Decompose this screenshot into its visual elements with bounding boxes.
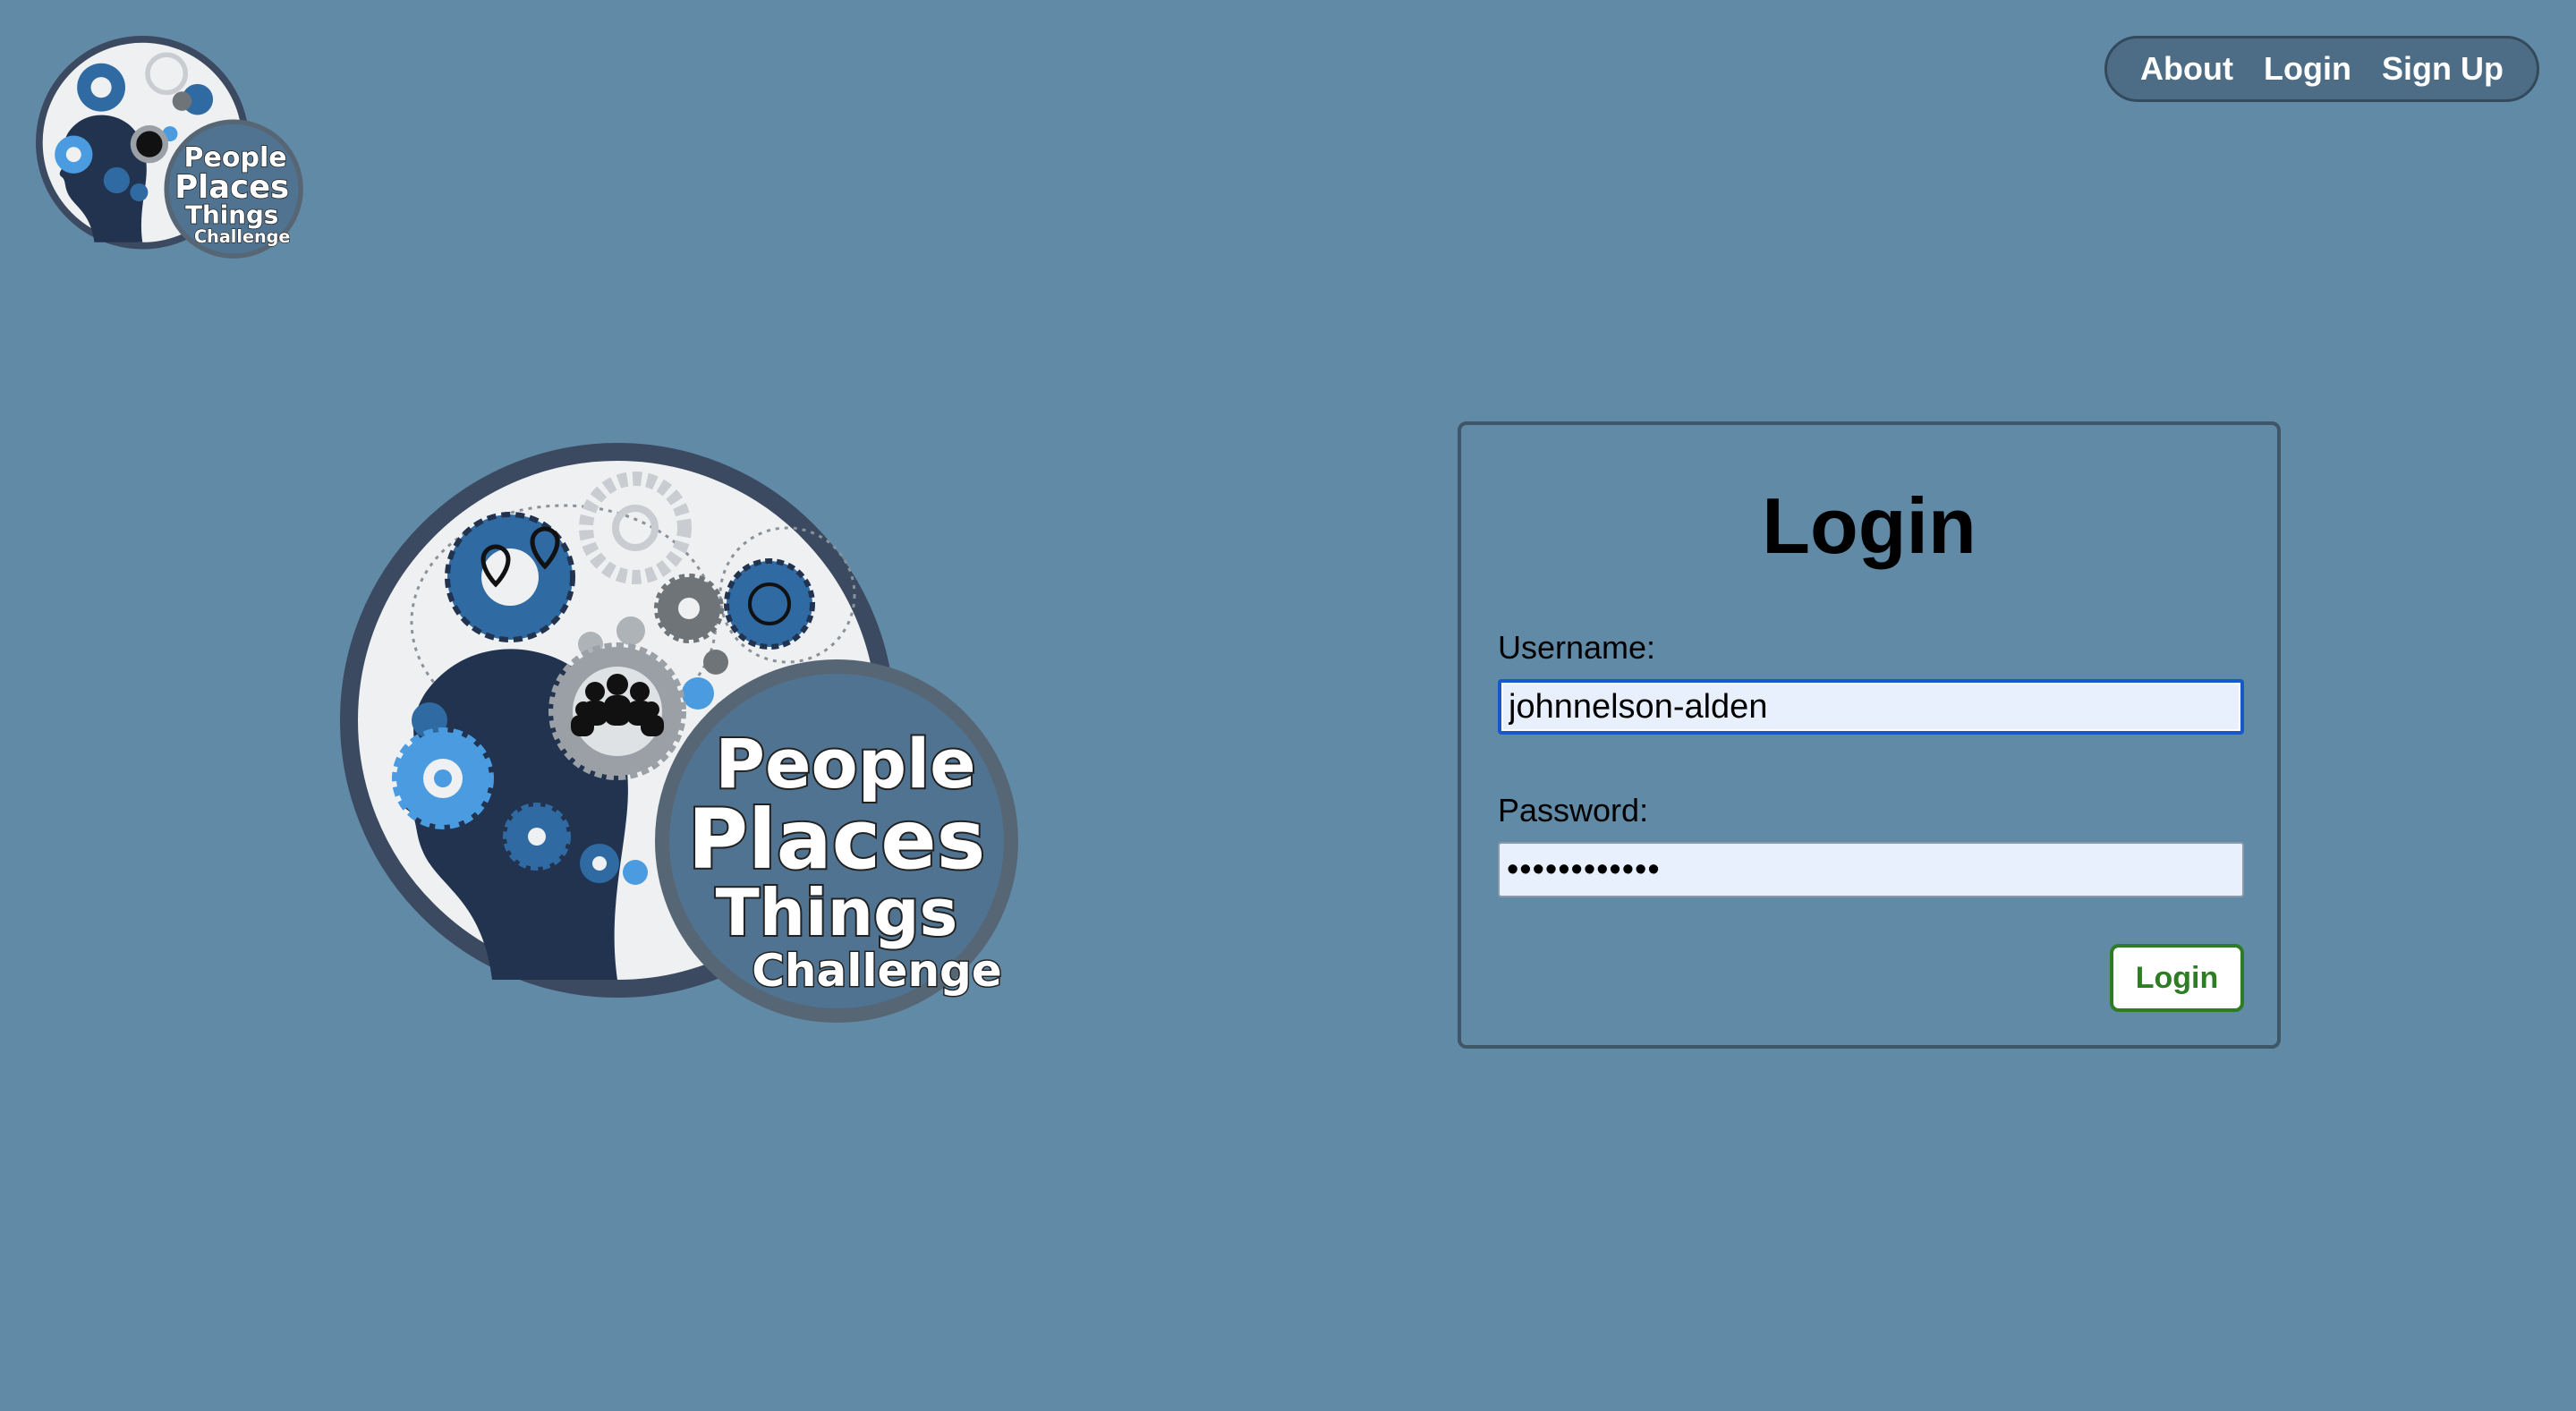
nav-signup-link[interactable]: Sign Up xyxy=(2382,50,2504,88)
svg-text:Places: Places xyxy=(688,792,986,888)
password-label: Password: xyxy=(1498,792,1649,829)
nav-login-link[interactable]: Login xyxy=(2264,50,2351,88)
password-input[interactable] xyxy=(1498,842,2244,897)
login-form: Login Username: Password: Login xyxy=(1458,421,2281,1049)
svg-text:Things: Things xyxy=(185,200,278,230)
svg-text:Challenge: Challenge xyxy=(752,945,1002,997)
nav-about-link[interactable]: About xyxy=(2140,50,2233,88)
site-logo-small[interactable]: People Places Things Challenge xyxy=(36,31,304,264)
logo-mark: People Places Things Challenge xyxy=(340,443,1018,1023)
svg-text:Challenge: Challenge xyxy=(194,226,290,247)
site-logo-large: People Places Things Challenge xyxy=(340,443,1018,1023)
username-input[interactable] xyxy=(1498,679,2244,735)
logo-mark: People Places Things Challenge xyxy=(36,36,303,259)
svg-text:Things: Things xyxy=(716,875,958,950)
page: People Places Things Challenge About Log… xyxy=(0,0,2576,1411)
username-label: Username: xyxy=(1498,629,1656,666)
top-nav: About Login Sign Up xyxy=(2104,36,2539,102)
login-title: Login xyxy=(1762,481,1977,570)
login-submit-button[interactable]: Login xyxy=(2110,944,2244,1012)
